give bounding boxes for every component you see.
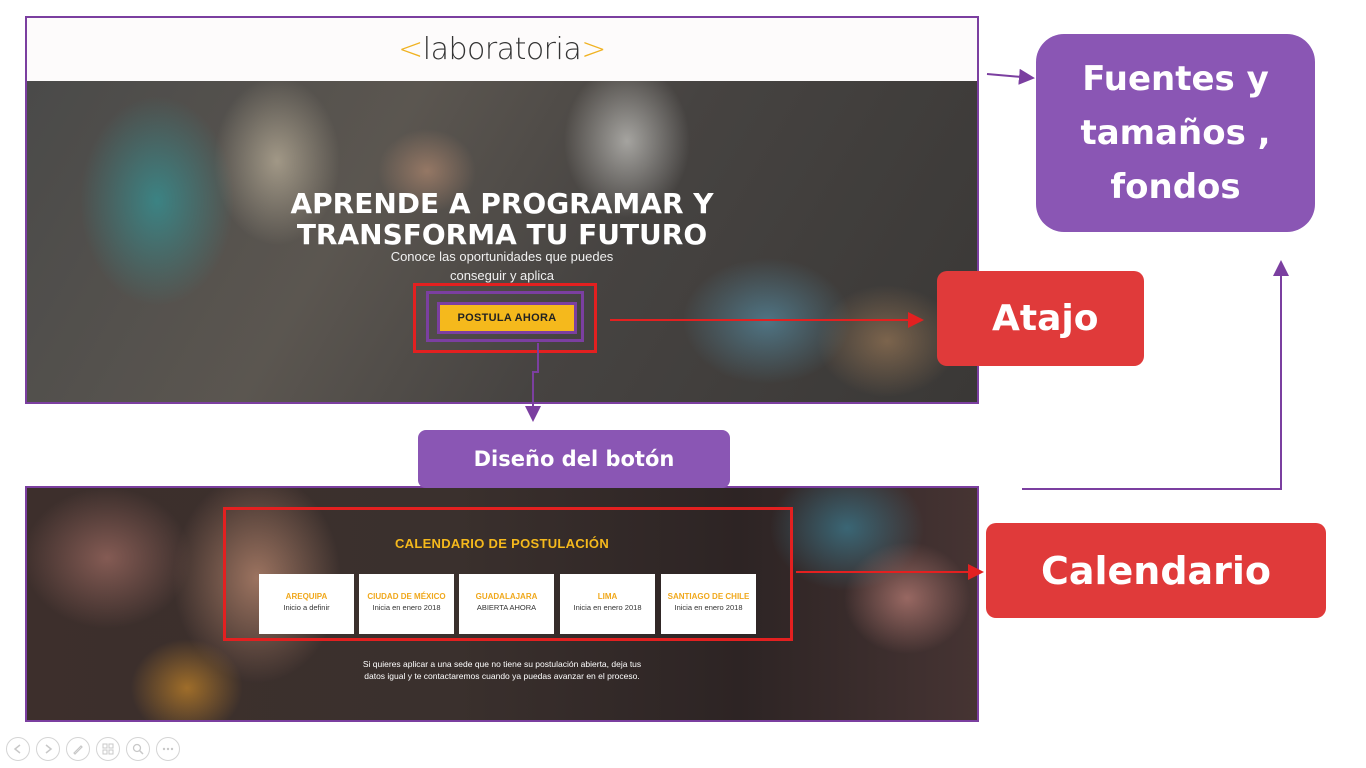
callout-atajo: Atajo [937, 271, 1144, 366]
next-icon[interactable] [36, 737, 60, 761]
pen-icon[interactable] [66, 737, 90, 761]
button-highlight-purple-frame [426, 291, 584, 342]
arrow-header-to-fuentes [986, 68, 1035, 85]
hero-background-photo: APRENDE A PROGRAMAR Y TRANSFORMA TU FUTU… [27, 81, 977, 402]
callout-calendario: Calendario [986, 523, 1326, 618]
slides-icon[interactable] [96, 737, 120, 761]
site-header: <laboratoria> [27, 18, 977, 81]
more-icon[interactable] [156, 737, 180, 761]
laboratoria-logo[interactable]: <laboratoria> [398, 32, 606, 67]
hero-title: APRENDE A PROGRAMAR Y TRANSFORMA TU FUTU… [290, 187, 714, 251]
slideshow-toolbar [6, 737, 180, 763]
previous-icon[interactable] [6, 737, 30, 761]
calendar-note: Si quieres aplicar a una sede que no tie… [362, 659, 642, 681]
zoom-icon[interactable] [126, 737, 150, 761]
callout-diseno-boton: Diseño del botón [418, 430, 730, 488]
callout-fuentes: Fuentes y tamaños , fondos [1036, 34, 1315, 232]
hero-subtitle: Conoce las oportunidades que puedes cons… [390, 249, 614, 283]
calendar-highlight-red-frame [223, 507, 793, 641]
